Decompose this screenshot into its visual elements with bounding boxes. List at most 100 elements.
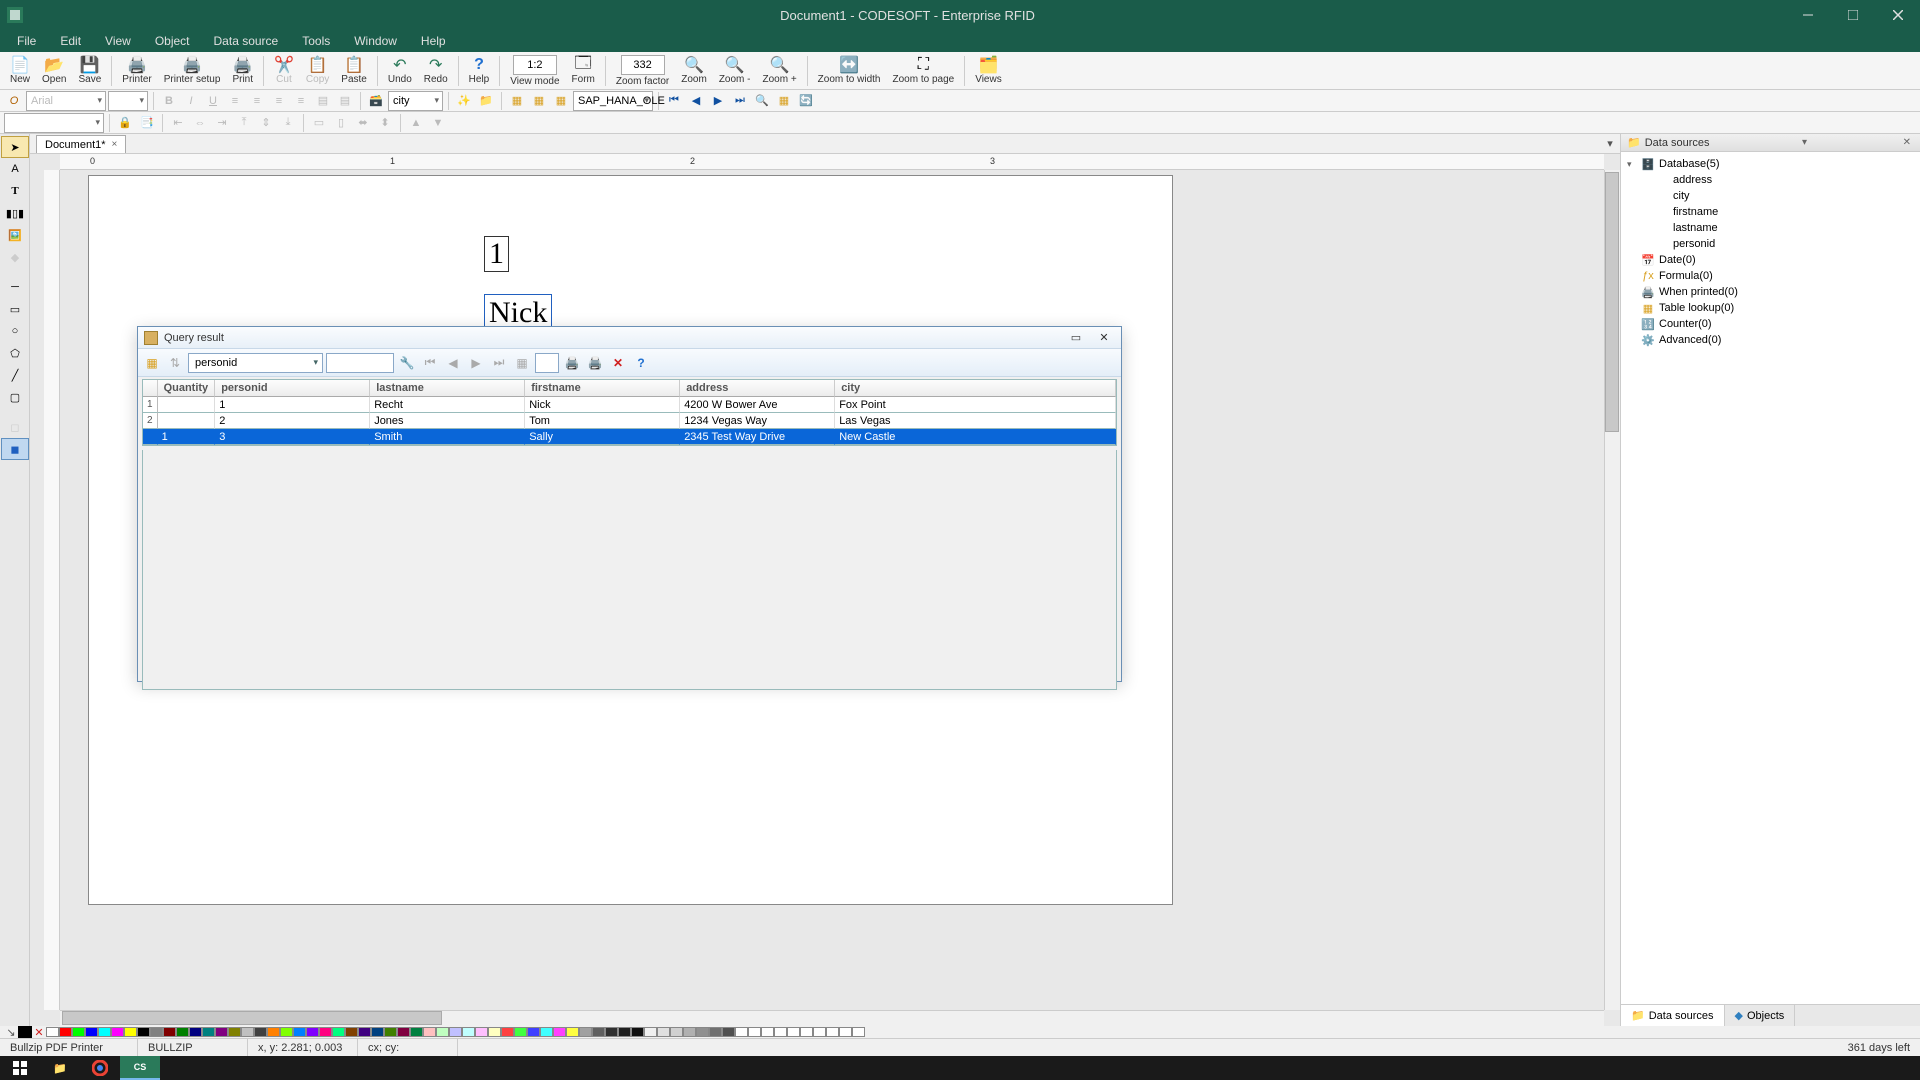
color-swatch[interactable] <box>800 1027 813 1037</box>
color-swatch[interactable] <box>241 1027 254 1037</box>
col-firstname[interactable]: firstname <box>525 380 680 397</box>
plugin-tool[interactable]: ◻ <box>1 416 29 438</box>
bold-button[interactable]: B <box>159 91 179 111</box>
tree-node-table-lookup-[interactable]: ▦Table lookup(0) <box>1623 300 1918 316</box>
text-tool[interactable]: T <box>1 180 29 202</box>
align-m-icon[interactable]: ⇕ <box>256 113 276 133</box>
menu-tools[interactable]: Tools <box>290 31 342 51</box>
color-swatch[interactable] <box>449 1027 462 1037</box>
color-swatch[interactable] <box>228 1027 241 1037</box>
query-next-button[interactable]: ▶ <box>466 353 486 373</box>
color-swatch[interactable] <box>774 1027 787 1037</box>
query-filter-input[interactable] <box>326 353 394 373</box>
color-swatch[interactable] <box>397 1027 410 1037</box>
menu-object[interactable]: Object <box>143 31 202 51</box>
query-first-button[interactable]: ⏮ <box>420 353 440 373</box>
field-dropdown[interactable]: city <box>388 91 443 111</box>
tree-node-when-printed-[interactable]: 🖨️When printed(0) <box>1623 284 1918 300</box>
color-swatch[interactable] <box>566 1027 579 1037</box>
align-l-icon[interactable]: ⇤ <box>168 113 188 133</box>
color-swatch[interactable] <box>540 1027 553 1037</box>
color-swatch[interactable] <box>306 1027 319 1037</box>
select-tool[interactable]: ◼ <box>1 438 29 460</box>
color-swatch[interactable] <box>748 1027 761 1037</box>
minimize-button[interactable] <box>1785 0 1830 30</box>
color-swatch[interactable] <box>722 1027 735 1037</box>
color-swatch[interactable] <box>111 1027 124 1037</box>
printer-button[interactable]: 🖨️Printer <box>116 53 157 89</box>
color-swatch[interactable] <box>215 1027 228 1037</box>
line-h-tool[interactable]: ─ <box>1 276 29 298</box>
close-button[interactable] <box>1875 0 1920 30</box>
round-rect-tool[interactable]: ▢ <box>1 386 29 408</box>
align-r-icon[interactable]: ⇥ <box>212 113 232 133</box>
dialog-maximize-button[interactable]: ▭ <box>1065 329 1087 347</box>
zoom-button[interactable]: 🔍Zoom <box>675 53 713 89</box>
query-delete-button[interactable]: ✕ <box>608 353 628 373</box>
color-swatch[interactable] <box>527 1027 540 1037</box>
query-print-button[interactable]: 🖨️ <box>562 353 582 373</box>
help-button[interactable]: ?Help <box>463 53 496 89</box>
start-button[interactable] <box>0 1056 40 1080</box>
dialog-titlebar[interactable]: Query result ▭ ✕ <box>138 327 1121 349</box>
zoom-factor-input[interactable] <box>621 55 665 75</box>
folder-dd-icon[interactable]: 📁 <box>476 91 496 111</box>
tree-node-counter-[interactable]: 🔢Counter(0) <box>1623 316 1918 332</box>
color-swatch[interactable] <box>150 1027 163 1037</box>
tree-leaf-address[interactable]: address <box>1623 172 1918 188</box>
color-swatch[interactable] <box>98 1027 111 1037</box>
menu-window[interactable]: Window <box>342 31 409 51</box>
same-w-icon[interactable]: ⬌ <box>353 113 373 133</box>
polygon-tool[interactable]: ⬠ <box>1 342 29 364</box>
align-t-icon[interactable]: ⤒ <box>234 113 254 133</box>
table-row[interactable]: 22JonesTom1234 Vegas WayLas Vegas <box>143 413 1116 429</box>
color-swatch[interactable] <box>462 1027 475 1037</box>
open-button[interactable]: 📂Open <box>36 53 72 89</box>
menu-help[interactable]: Help <box>409 31 458 51</box>
datasource-icon[interactable]: 🗃️ <box>366 91 386 111</box>
color-swatch[interactable] <box>358 1027 371 1037</box>
codesoft-taskbar-icon[interactable]: CS <box>120 1056 160 1080</box>
color-swatch[interactable] <box>293 1027 306 1037</box>
color-swatch[interactable] <box>72 1027 85 1037</box>
color-swatch[interactable] <box>280 1027 293 1037</box>
image-tool[interactable]: 🖼️ <box>1 224 29 246</box>
line-diag-tool[interactable]: ╱ <box>1 364 29 386</box>
tab-data-sources[interactable]: 📁Data sources <box>1621 1005 1725 1026</box>
color-swatch[interactable] <box>267 1027 280 1037</box>
panel-close-icon[interactable]: ✕ <box>1900 137 1914 148</box>
dialog-close-button[interactable]: ✕ <box>1093 329 1115 347</box>
document-tab[interactable]: Document1* × <box>36 135 126 153</box>
prev-record-button[interactable]: ◀ <box>686 91 706 111</box>
color-swatch[interactable] <box>852 1027 865 1037</box>
zoom-out-button[interactable]: 🔍Zoom - <box>713 53 757 89</box>
table-view-button[interactable]: ▦ <box>774 91 794 111</box>
color-swatch[interactable] <box>605 1027 618 1037</box>
same-h-icon[interactable]: ⬍ <box>375 113 395 133</box>
query-field-dropdown[interactable]: personid <box>188 353 323 373</box>
pointer-tool[interactable]: ➤ <box>1 136 29 158</box>
copy-button[interactable]: 📋Copy <box>300 53 335 89</box>
layer-icon[interactable]: 📑 <box>137 113 157 133</box>
label-field-personid[interactable]: 1 <box>484 236 509 272</box>
query-print2-button[interactable]: 🖨️ <box>585 353 605 373</box>
last-record-button[interactable]: ⏭ <box>730 91 750 111</box>
label-canvas[interactable]: 1 Nick Query result ▭ ✕ ▦ ⇅ <box>88 175 1173 905</box>
style-icon[interactable]: O <box>4 91 24 111</box>
color-swatch[interactable] <box>657 1027 670 1037</box>
scrollbar-vertical[interactable] <box>1604 170 1620 1010</box>
font-size-dropdown[interactable] <box>108 91 148 111</box>
grid2-icon[interactable]: ▦ <box>529 91 549 111</box>
lock-icon[interactable]: 🔒 <box>115 113 135 133</box>
zoom-factor-button[interactable]: Zoom factor <box>610 53 675 89</box>
tree-leaf-personid[interactable]: personid <box>1623 236 1918 252</box>
chrome-taskbar-icon[interactable] <box>80 1056 120 1080</box>
col-address[interactable]: address <box>680 380 835 397</box>
back-icon[interactable]: ▼ <box>428 113 448 133</box>
align-left-button[interactable]: ≡ <box>225 91 245 111</box>
dist-h-icon[interactable]: ▭ <box>309 113 329 133</box>
zoom-in-button[interactable]: 🔍Zoom + <box>756 53 802 89</box>
color-swatch[interactable] <box>332 1027 345 1037</box>
color-swatch[interactable] <box>423 1027 436 1037</box>
table-row[interactable]: 11RechtNick4200 W Bower AveFox Point <box>143 397 1116 413</box>
